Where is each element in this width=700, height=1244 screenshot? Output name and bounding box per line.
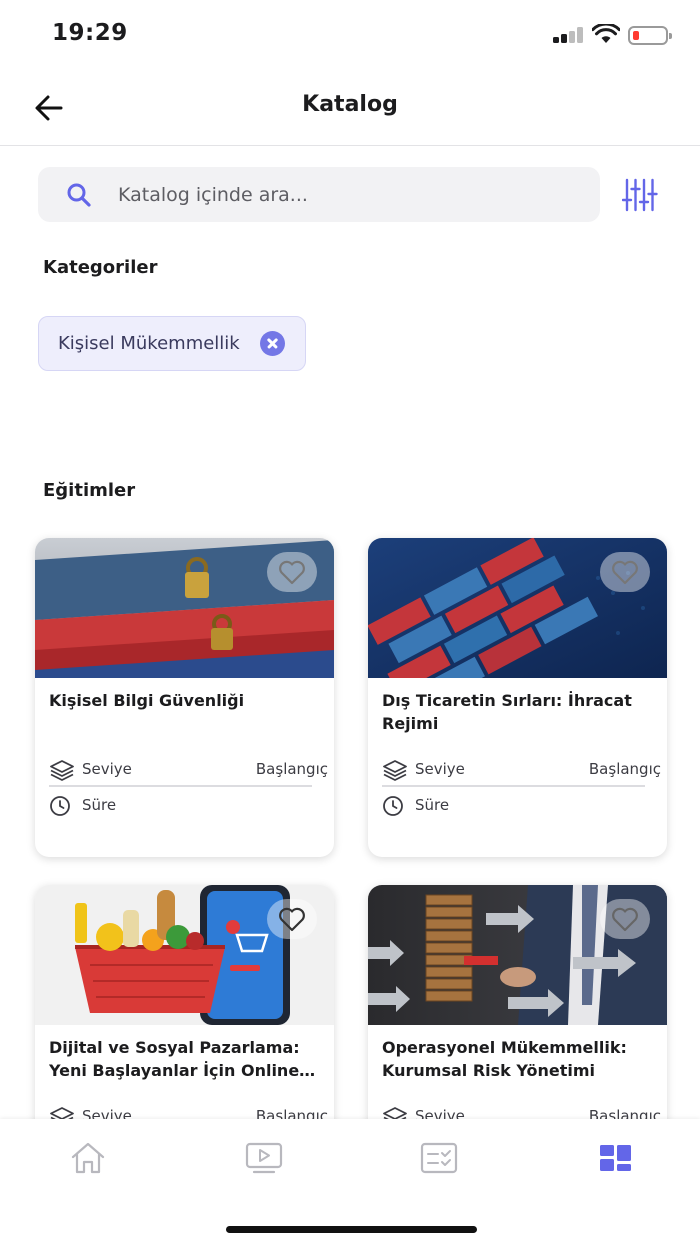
search-icon [67, 183, 91, 207]
duration-label: Süre [415, 796, 450, 814]
search-bar [38, 167, 600, 222]
training-title: Operasyonel Mükemmellik: Kurumsal Risk Y… [382, 1038, 627, 1080]
video-player-icon[interactable] [244, 1141, 284, 1175]
layers-icon [50, 760, 74, 781]
checklist-icon[interactable] [419, 1141, 459, 1175]
training-title: Dijital ve Sosyal Pazarlama: Yeni Başlay… [49, 1038, 300, 1080]
categories-heading: Kategoriler [43, 257, 158, 278]
level-value: Başlangıç [255, 760, 328, 778]
home-indicator [226, 1226, 477, 1233]
trainings-heading: Eğitimler [43, 480, 136, 501]
status-time: 19:29 [52, 20, 128, 46]
layers-icon [383, 760, 407, 781]
meta-divider [382, 785, 645, 787]
heart-icon [612, 560, 638, 585]
favorite-button[interactable] [267, 552, 317, 592]
heart-icon [279, 907, 305, 932]
search-input[interactable] [118, 167, 578, 222]
favorite-button[interactable] [600, 899, 650, 939]
training-card[interactable]: Kişisel Bilgi Güvenliği Seviye Başlangıç… [35, 538, 334, 857]
clock-icon [383, 796, 403, 816]
home-icon[interactable] [68, 1141, 108, 1175]
heart-icon [612, 907, 638, 932]
meta-divider [49, 785, 312, 787]
clock-icon [50, 796, 70, 816]
battery-icon [628, 26, 672, 45]
duration-row: Süre [49, 794, 321, 818]
category-chip[interactable]: Kişisel Mükemmellik [38, 316, 306, 371]
favorite-button[interactable] [267, 899, 317, 939]
filter-sliders-icon[interactable] [622, 178, 658, 212]
training-card[interactable]: Dış Ticaretin Sırları: İhracat Rejimi Se… [368, 538, 667, 857]
duration-label: Süre [82, 796, 117, 814]
level-row: Seviye Başlangıç [49, 758, 328, 782]
catalog-grid-icon[interactable] [596, 1141, 636, 1175]
wifi-icon [592, 24, 620, 43]
category-chip-label: Kişisel Mükemmellik [58, 333, 240, 354]
cellular-signal-icon [553, 27, 587, 43]
training-title: Dış Ticaretin Sırları: İhracat Rejimi [382, 691, 632, 733]
level-label: Seviye [82, 760, 132, 778]
nav-header: Katalog [0, 70, 700, 146]
favorite-button[interactable] [600, 552, 650, 592]
level-row: Seviye Başlangıç [382, 758, 661, 782]
training-title: Kişisel Bilgi Güvenliği [49, 691, 245, 710]
remove-category-icon[interactable] [259, 331, 285, 356]
level-label: Seviye [415, 760, 465, 778]
level-value: Başlangıç [588, 760, 661, 778]
status-bar: 19:29 [0, 0, 700, 70]
page-title: Katalog [302, 92, 398, 117]
bottom-tab-bar [0, 1119, 700, 1244]
duration-row: Süre [382, 794, 654, 818]
heart-icon [279, 560, 305, 585]
